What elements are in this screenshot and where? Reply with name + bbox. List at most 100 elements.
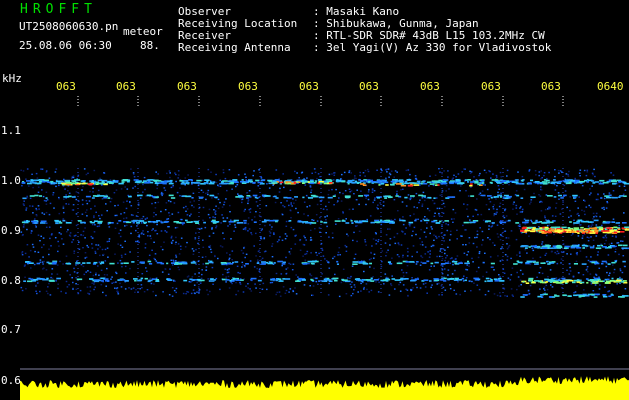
noise-speck [444, 252, 446, 255]
noise-speck [590, 225, 593, 227]
noise-speck [169, 268, 171, 270]
noise-speck [154, 207, 157, 209]
noise-speck [585, 269, 588, 271]
noise-speck [156, 187, 158, 190]
noise-speck [280, 273, 283, 275]
band-cell [570, 245, 577, 248]
band-cell [612, 183, 616, 185]
band-cell [545, 179, 550, 182]
noise-speck [353, 289, 355, 291]
noise-speck [608, 243, 611, 245]
noise-speck [396, 254, 399, 256]
noise-speck [119, 229, 122, 231]
noise-speck [373, 267, 375, 270]
noise-speck [235, 281, 237, 284]
band-cell [67, 263, 72, 265]
noise-speck [242, 252, 245, 254]
noise-speck [222, 171, 225, 174]
noise-speck [442, 237, 445, 239]
noise-speck [222, 169, 225, 171]
noise-speck [63, 211, 65, 214]
noise-speck [348, 208, 351, 211]
noise-speck [473, 176, 475, 178]
band-cell [607, 263, 611, 265]
noise-speck [313, 168, 316, 170]
band-cell [618, 196, 621, 198]
band-cell [50, 180, 54, 183]
noise-speck [412, 287, 414, 289]
noise-speck [225, 281, 227, 283]
noise-speck [210, 171, 212, 173]
noise-speck [508, 244, 511, 247]
noise-speck [165, 202, 168, 204]
noise-speck [367, 170, 370, 173]
band-cell [147, 260, 152, 263]
band-cell [515, 222, 520, 224]
band-cell [65, 222, 72, 224]
band-cell [311, 260, 316, 263]
noise-speck [303, 244, 306, 246]
noise-speck [516, 271, 518, 274]
noise-speck [263, 251, 266, 253]
noise-speck [281, 264, 283, 267]
noise-speck [62, 263, 64, 265]
noise-speck [438, 255, 441, 258]
noise-speck [496, 208, 498, 211]
band-cell [463, 221, 469, 224]
band-cell [481, 180, 485, 182]
noise-speck [40, 168, 42, 170]
noise-speck [327, 294, 330, 296]
noise-speck [603, 193, 605, 195]
noise-speck [334, 273, 336, 276]
band-cell [605, 280, 612, 283]
noise-speck [68, 234, 71, 236]
noise-speck [21, 251, 24, 253]
noise-speck [423, 231, 426, 233]
band-cell [520, 229, 524, 232]
noise-speck [174, 227, 177, 229]
noise-speck [560, 251, 563, 253]
noise-speck [556, 262, 559, 265]
noise-speck [472, 261, 474, 263]
noise-speck [130, 225, 133, 228]
noise-speck [319, 231, 321, 233]
band-cell [604, 230, 610, 232]
noise-speck [424, 282, 427, 284]
noise-speck [447, 170, 449, 172]
band-cell [336, 263, 339, 265]
noise-speck [355, 177, 357, 180]
noise-speck [402, 188, 404, 190]
noise-speck [214, 254, 216, 257]
band-cell [541, 296, 544, 298]
noise-speck [385, 234, 388, 236]
band-cell [384, 197, 388, 199]
noise-speck [91, 243, 93, 245]
noise-speck [20, 169, 22, 171]
band-cell [410, 279, 416, 282]
noise-speck [499, 295, 502, 297]
noise-speck [411, 234, 413, 237]
noise-speck [605, 237, 608, 239]
noise-speck [135, 229, 137, 232]
noise-speck [244, 208, 246, 211]
noise-speck [93, 216, 95, 219]
noise-speck [535, 174, 537, 176]
noise-speck [48, 226, 51, 228]
noise-speck [610, 242, 613, 245]
band-cell [140, 277, 144, 280]
band-cell [134, 181, 141, 183]
noise-speck [572, 233, 574, 235]
noise-speck [579, 250, 582, 252]
noise-speck [441, 173, 443, 175]
band-cell [549, 221, 554, 224]
noise-speck [513, 201, 515, 203]
noise-speck [388, 176, 390, 178]
noise-speck [116, 214, 118, 217]
noise-speck [32, 212, 34, 214]
noise-speck [237, 174, 240, 176]
band-cell [556, 182, 562, 184]
noise-speck [360, 190, 362, 192]
noise-speck [35, 226, 37, 228]
noise-speck [147, 235, 149, 237]
noise-speck [101, 248, 104, 251]
